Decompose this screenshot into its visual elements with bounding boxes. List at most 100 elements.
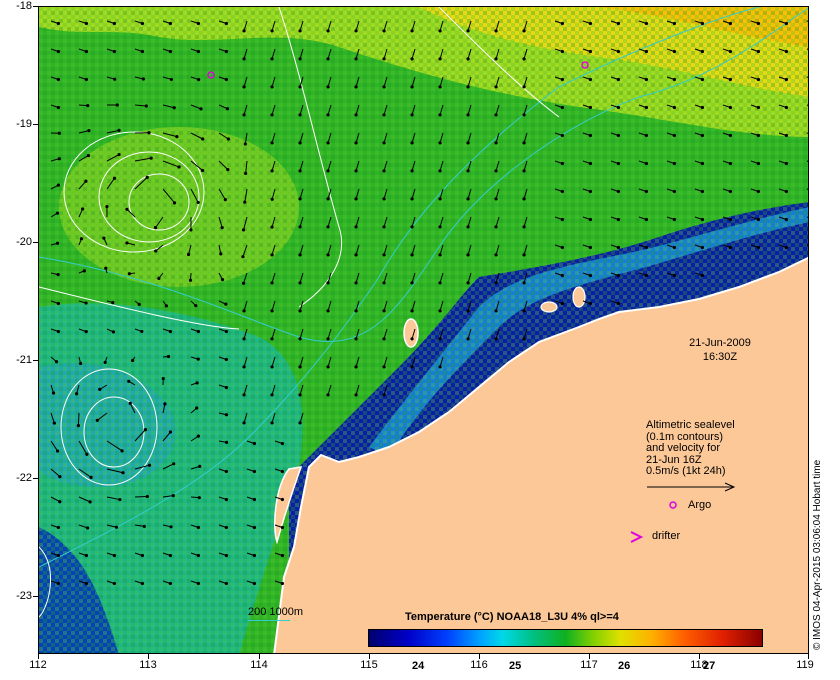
velocity-vector-head	[522, 85, 526, 89]
velocity-vector-head	[270, 141, 274, 145]
velocity-vector-head	[784, 21, 788, 26]
velocity-vector-head	[186, 252, 191, 257]
velocity-vector-head	[252, 525, 256, 530]
velocity-vector-head	[280, 469, 284, 474]
velocity-vector-head	[522, 197, 526, 201]
velocity-vector-head	[196, 49, 200, 54]
colorbar-title: Temperature (°C) NOAA18_L3U 4% ql>=4	[405, 611, 619, 623]
velocity-vector-head	[298, 393, 302, 397]
velocity-vector-head	[168, 329, 172, 334]
velocity-vector-head	[588, 105, 592, 110]
velocity-vector-head	[354, 337, 358, 341]
velocity-vector-head	[298, 309, 302, 313]
velocity-vector-head	[644, 273, 648, 278]
velocity-vector-head	[588, 273, 592, 278]
velocity-vector-head	[784, 217, 788, 222]
velocity-vector-head	[168, 49, 172, 54]
velocity-vector-head	[616, 77, 620, 82]
velocity-vector-head	[56, 581, 60, 586]
velocity-vector-head	[270, 281, 274, 285]
velocity-vector-head	[784, 77, 788, 82]
velocity-vector-head	[616, 301, 620, 306]
velocity-vector-head	[700, 49, 704, 54]
velocity-vector-head	[522, 253, 526, 257]
velocity-vector-head	[196, 581, 200, 586]
x-tick	[38, 654, 39, 659]
velocity-vector-head	[56, 183, 61, 187]
velocity-vector-head	[168, 553, 172, 558]
velocity-vector-head	[756, 217, 760, 222]
velocity-vector-head	[153, 226, 158, 230]
velocity-vector-head	[438, 197, 442, 201]
velocity-vector-head	[112, 21, 116, 26]
velocity-vector-head	[784, 105, 788, 110]
sst-map[interactable]	[38, 6, 809, 654]
velocity-vector-head	[588, 161, 592, 166]
velocity-vector-head	[522, 337, 526, 341]
velocity-vector-head	[144, 104, 148, 108]
velocity-vector-head	[243, 200, 247, 204]
velocity-vector-head	[298, 225, 302, 229]
velocity-vector-head	[494, 337, 498, 341]
x-axis-label: 115	[360, 659, 378, 671]
velocity-vector-head	[56, 553, 60, 558]
velocity-vector-head	[252, 497, 256, 502]
date-label: 21-Jun-2009	[689, 337, 751, 349]
velocity-vector-head	[112, 553, 116, 558]
velocity-vector-head	[252, 553, 256, 558]
velocity-vector-head	[438, 253, 442, 257]
velocity-vector-head	[588, 21, 592, 26]
x-tick	[369, 654, 370, 659]
velocity-vector-head	[298, 197, 302, 201]
velocity-vector-head	[223, 198, 227, 202]
y-tick	[33, 6, 38, 7]
velocity-vector-head	[112, 49, 116, 54]
velocity-vector-head	[784, 245, 788, 250]
argo-legend-label: Argo	[688, 499, 712, 511]
velocity-vector-head	[326, 365, 330, 369]
velocity-vector-head	[147, 463, 152, 467]
velocity-vector-head	[326, 85, 330, 89]
velocity-vector-head	[252, 469, 256, 474]
velocity-vector-head	[194, 304, 198, 308]
velocity-vector-head	[55, 211, 60, 215]
velocity-vector-head	[326, 225, 330, 229]
velocity-vector-head	[438, 169, 442, 173]
velocity-legend: Altimetric sealevel (0.1m contours) and …	[646, 419, 735, 478]
velocity-vector-head	[644, 161, 648, 166]
velocity-vector-head	[494, 29, 498, 33]
velocity-vector-head	[382, 309, 386, 313]
velocity-vector-head	[56, 105, 60, 110]
velocity-vector-head	[141, 77, 146, 81]
velocity-vector-head	[242, 365, 246, 369]
velocity-vector-head	[326, 253, 330, 257]
velocity-vector-head	[616, 273, 620, 278]
y-axis-label: -18	[16, 0, 32, 12]
velocity-vector-head	[87, 129, 91, 133]
velocity-vector-head	[672, 21, 676, 26]
velocity-vector-head	[700, 77, 704, 82]
velocity-vector-head	[85, 526, 90, 530]
velocity-vector	[77, 412, 80, 426]
velocity-vector-head	[224, 49, 228, 54]
y-axis-label: -23	[16, 590, 32, 602]
bathymetry-legend-label: 200 1000m	[248, 606, 304, 618]
velocity-vector-head	[147, 131, 151, 135]
velocity-vector-head	[410, 29, 414, 33]
velocity-vector-head	[120, 449, 124, 453]
velocity-vector-head	[121, 471, 125, 475]
velocity-vector-head	[522, 29, 526, 33]
velocity-vector-head	[163, 402, 167, 406]
velocity-vector-head	[522, 169, 526, 173]
colorbar-tick-label: 25	[509, 660, 522, 672]
velocity-vector-head	[241, 281, 246, 285]
velocity-vector-head	[298, 169, 302, 173]
velocity-vector-head	[172, 462, 176, 466]
velocity-vector-head	[382, 337, 386, 341]
velocity-vector-head	[522, 225, 526, 229]
velocity-vector-head	[588, 189, 592, 194]
velocity-vector-head	[56, 525, 60, 530]
velocity-vector-head	[298, 57, 302, 61]
velocity-vector-head	[242, 29, 246, 33]
velocity-vector-head	[55, 241, 60, 245]
